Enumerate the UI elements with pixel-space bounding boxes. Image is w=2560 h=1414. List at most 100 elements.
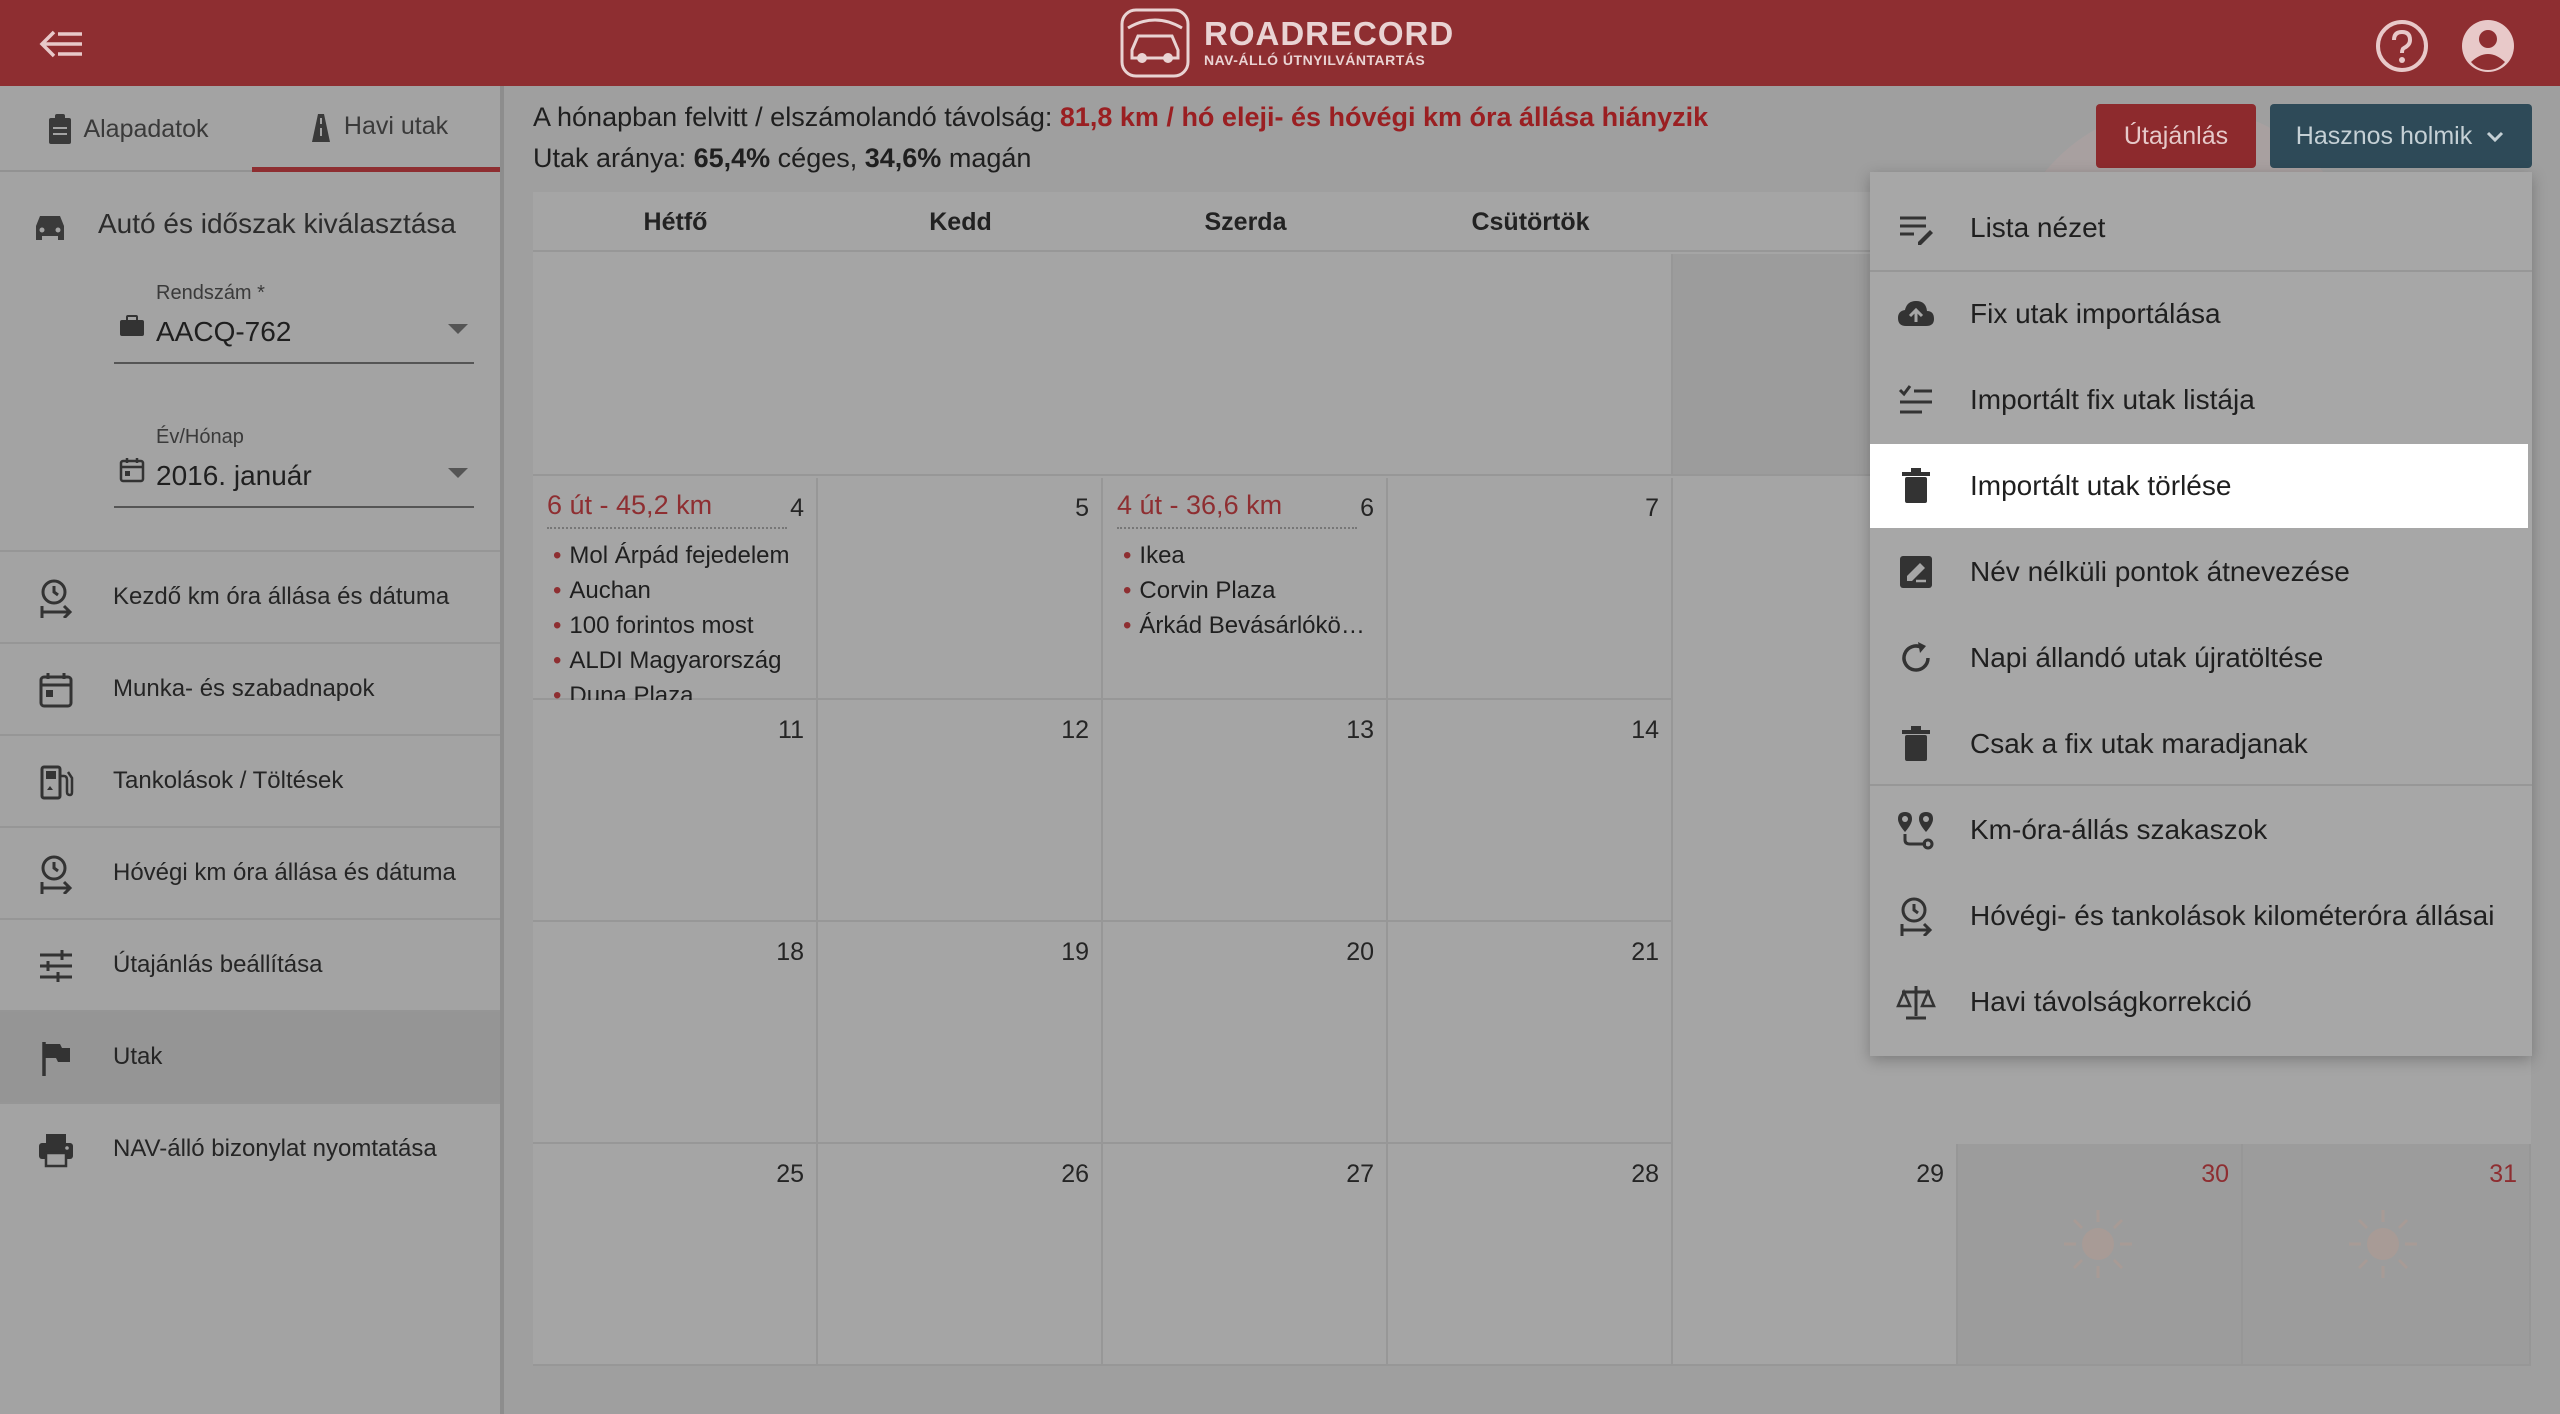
trip-list: Ikea Corvin Plaza Árkád Bevásárlóközpont xyxy=(1123,542,1373,700)
trip-item[interactable]: Auchan xyxy=(553,577,803,612)
menu-collapse-icon[interactable] xyxy=(36,24,88,64)
company-ratio: 65,4% xyxy=(693,143,771,173)
sidebar: Alapadatok Havi utak Autó és időszak kiv… xyxy=(0,86,504,1414)
tab-monthly-trips[interactable]: Havi utak xyxy=(252,86,500,172)
account-icon[interactable] xyxy=(2460,18,2516,74)
calendar-day-cell[interactable]: 14 xyxy=(1388,700,1673,922)
refresh-icon xyxy=(1902,642,1930,672)
menu-item-delete-imported[interactable]: Importált utak törlése xyxy=(1870,444,2528,528)
sidebar-item-start-odometer[interactable]: Kezdő km óra állása és dátuma xyxy=(0,550,500,642)
trip-item[interactable]: Duna Plaza xyxy=(553,682,803,700)
sidebar-item-print[interactable]: NAV-álló bizonylat nyomtatása xyxy=(0,1102,500,1194)
company-ratio-label: céges, xyxy=(777,143,858,173)
printer-icon xyxy=(39,1134,73,1168)
trip-list: Mol Árpád fejedelem Auchan 100 forintos … xyxy=(553,542,803,700)
private-ratio-label: magán xyxy=(948,143,1032,173)
menu-item-label: Lista nézet xyxy=(1970,212,2106,243)
route-pins-icon xyxy=(1898,812,1934,850)
tab-monthly-label: Havi utak xyxy=(343,112,449,140)
menu-item-distance-correction[interactable]: Havi távolságkorrekció xyxy=(1870,960,2532,1044)
calendar-day-cell[interactable]: 19 xyxy=(818,922,1103,1144)
calendar-day-cell[interactable]: 6 út - 45,2 km 4 Mol Árpád fejedelem Auc… xyxy=(533,478,818,700)
menu-item-imported-list[interactable]: Importált fix utak listája xyxy=(1870,358,2532,442)
day-number: 31 xyxy=(2489,1160,2517,1188)
route-suggestion-button[interactable]: Útajánlás xyxy=(2096,104,2256,168)
month-select[interactable]: Év/Hónap 2016. január xyxy=(114,426,474,508)
car-logo-icon xyxy=(1120,8,1190,78)
calendar-day-cell[interactable]: 30 xyxy=(1958,1144,2243,1366)
menu-item-label: Fix utak importálása xyxy=(1970,298,2221,329)
calendar-day-cell[interactable]: 20 xyxy=(1103,922,1388,1144)
calendar-day-cell[interactable]: 31 xyxy=(2243,1144,2531,1366)
trip-item[interactable]: Corvin Plaza xyxy=(1123,577,1373,612)
menu-item-reload-daily[interactable]: Napi állandó utak újratöltése xyxy=(1870,616,2532,700)
trip-item[interactable]: Ikea xyxy=(1123,542,1373,577)
calendar-icon xyxy=(119,458,145,483)
sidebar-item-label: Tankolások / Töltések xyxy=(113,767,344,794)
calendar-day-cell[interactable]: 25 xyxy=(533,1144,818,1366)
menu-item-odometer-sections[interactable]: Km-óra-állás szakaszok xyxy=(1870,788,2532,872)
sidebar-item-refueling[interactable]: Tankolások / Töltések xyxy=(0,734,500,826)
menu-item-end-odometer-readings[interactable]: Hóvégi- és tankolások kilométeróra állás… xyxy=(1870,874,2532,958)
trip-item[interactable]: ALDI Magyarország xyxy=(553,647,803,682)
logo-subtitle: NAV-ÁLLÓ ÚTNYILVÁNTARTÁS xyxy=(1204,52,1426,68)
calendar-day-cell[interactable]: 21 xyxy=(1388,922,1673,1144)
weekday-label: Kedd xyxy=(929,208,992,236)
calendar-day-cell[interactable]: 29 xyxy=(1673,1144,1958,1366)
plate-select[interactable]: Rendszám * AACQ-762 xyxy=(114,282,474,364)
useful-tools-menu: Lista nézet Fix utak importálása Importá… xyxy=(1870,172,2532,1056)
calendar-day-cell[interactable]: 5 xyxy=(818,478,1103,700)
day-number: 5 xyxy=(1075,494,1089,522)
day-number: 30 xyxy=(2201,1160,2229,1188)
clipboard-icon xyxy=(49,114,72,144)
useful-tools-button[interactable]: Hasznos holmik xyxy=(2270,104,2532,168)
calendar-day-cell[interactable]: 4 út - 36,6 km 6 Ikea Corvin Plaza Árkád… xyxy=(1103,478,1388,700)
sidebar-tabs: Alapadatok Havi utak xyxy=(0,86,500,172)
calendar-day-cell[interactable]: 13 xyxy=(1103,700,1388,922)
trip-item[interactable]: Árkád Bevásárlóközpont xyxy=(1123,612,1373,647)
sidebar-item-trips[interactable]: Utak xyxy=(0,1010,500,1102)
tab-basic-data[interactable]: Alapadatok xyxy=(0,86,252,172)
menu-item-list-view[interactable]: Lista nézet xyxy=(1870,186,2532,270)
sidebar-item-label: Hóvégi km óra állása és dátuma xyxy=(113,859,456,886)
car-icon xyxy=(36,216,64,240)
menu-item-rename-points[interactable]: Név nélküli pontok átnevezése xyxy=(1870,530,2532,614)
calendar-day-cell[interactable]: 18 xyxy=(533,922,818,1144)
sidebar-item-label: NAV-álló bizonylat nyomtatása xyxy=(113,1135,437,1162)
chevron-down-icon xyxy=(2487,131,2504,143)
section-title: Autó és időszak kiválasztása xyxy=(30,204,456,244)
trip-item[interactable]: Mol Árpád fejedelem xyxy=(553,542,803,577)
calendar-day-cell[interactable]: 27 xyxy=(1103,1144,1388,1366)
calendar-day-cell[interactable]: 26 xyxy=(818,1144,1103,1366)
day-number: 13 xyxy=(1346,716,1374,744)
edit-box-icon xyxy=(1900,556,1932,588)
day-number: 11 xyxy=(778,716,804,744)
day-number: 28 xyxy=(1631,1160,1659,1188)
sidebar-item-end-odometer[interactable]: Hóvégi km óra állása és dátuma xyxy=(0,826,500,918)
help-icon[interactable] xyxy=(2374,18,2430,74)
menu-item-import-fixed[interactable]: Fix utak importálása xyxy=(1870,272,2532,356)
calendar-day-cell[interactable]: 12 xyxy=(818,700,1103,922)
sun-icon xyxy=(2349,1210,2417,1278)
cloud-upload-icon xyxy=(1898,301,1934,326)
day-number: 6 xyxy=(1360,494,1374,522)
sidebar-item-route-settings[interactable]: Útajánlás beállítása xyxy=(0,918,500,1010)
menu-item-label: Név nélküli pontok átnevezése xyxy=(1970,556,2350,587)
top-bar: ROADRECORD NAV-ÁLLÓ ÚTNYILVÁNTARTÁS xyxy=(0,0,2560,86)
caret-down-icon xyxy=(448,324,468,334)
checklist-icon xyxy=(1898,385,1932,414)
road-icon xyxy=(311,113,330,142)
calendar-day-cell[interactable]: 11 xyxy=(533,700,818,922)
trip-item[interactable]: 100 forintos most xyxy=(553,612,803,647)
calendar-day-cell[interactable]: 7 xyxy=(1388,478,1673,700)
section-title-text: Autó és időszak kiválasztása xyxy=(98,208,456,239)
sidebar-item-workdays[interactable]: Munka- és szabadnapok xyxy=(0,642,500,734)
tab-basic-label: Alapadatok xyxy=(83,114,209,143)
app-logo[interactable]: ROADRECORD NAV-ÁLLÓ ÚTNYILVÁNTARTÁS xyxy=(1118,6,1454,80)
menu-item-keep-fixed[interactable]: Csak a fix utak maradjanak xyxy=(1870,702,2532,786)
distance-summary: A hónapban felvitt / elszámolandó távols… xyxy=(533,102,1708,133)
trash-icon xyxy=(1902,468,1930,503)
flag-icon xyxy=(42,1042,70,1076)
calendar-day-cell[interactable]: 28 xyxy=(1388,1144,1673,1366)
menu-item-label: Hóvégi- és tankolások kilométeróra állás… xyxy=(1970,900,2495,931)
